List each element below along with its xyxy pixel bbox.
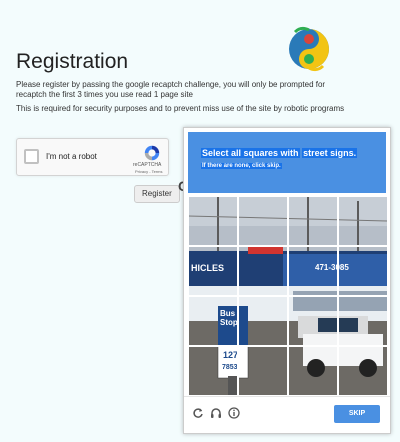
challenge-header: Select all squares with street signs. If… [188, 132, 386, 193]
info-icon[interactable] [228, 407, 240, 419]
not-a-robot-label: I'm not a robot [46, 152, 97, 161]
recaptcha-widget: I'm not a robot reCAPTCHA Privacy - Term… [16, 138, 169, 176]
challenge-instruction: Select all squares with street signs. [201, 147, 358, 159]
grid-cell-r1c4[interactable] [338, 196, 388, 246]
security-note: This is required for security purposes a… [16, 104, 345, 113]
grid-cell-r4c1[interactable] [188, 346, 238, 396]
grid-cell-r2c1[interactable] [188, 246, 238, 296]
audio-challenge-icon[interactable] [210, 407, 222, 419]
register-button[interactable]: Register [134, 185, 180, 203]
grid-cell-r1c1[interactable] [188, 196, 238, 246]
intro-text: Please register by passing the google re… [16, 80, 326, 99]
not-a-robot-checkbox[interactable] [24, 149, 39, 164]
instruction-prefix: Select all squares with [201, 148, 300, 158]
recaptcha-logo-icon [144, 145, 160, 161]
challenge-footer: SKIP [184, 396, 390, 433]
grid-cell-r1c3[interactable] [288, 196, 338, 246]
challenge-image-grid: HICLES 471-3085 Bus Stop 127 7853 [188, 196, 388, 396]
grid-cell-r2c2[interactable] [238, 246, 288, 296]
grid-cell-r3c2[interactable] [238, 296, 288, 346]
page-title: Registration [16, 50, 129, 73]
grid-cell-r2c3[interactable] [288, 246, 338, 296]
grid-cell-r3c4[interactable] [338, 296, 388, 346]
grid-cell-r3c3[interactable] [288, 296, 338, 346]
grid-cell-r4c2[interactable] [238, 346, 288, 396]
site-logo [289, 26, 329, 72]
recaptcha-terms[interactable]: Privacy - Terms [135, 169, 162, 174]
skip-button[interactable]: SKIP [334, 405, 380, 423]
grid-cell-r3c1[interactable] [188, 296, 238, 346]
grid-cell-r4c4[interactable] [338, 346, 388, 396]
instruction-keyword: street signs. [302, 148, 358, 158]
recaptcha-challenge-popup: Select all squares with street signs. If… [183, 127, 391, 434]
grid-cell-r1c2[interactable] [238, 196, 288, 246]
challenge-subtext: If there are none, click skip. [201, 163, 282, 169]
recaptcha-brand: reCAPTCHA [133, 162, 162, 168]
grid-cell-r2c4[interactable] [338, 246, 388, 296]
reload-icon[interactable] [192, 407, 204, 419]
grid-cell-r4c3[interactable] [288, 346, 338, 396]
